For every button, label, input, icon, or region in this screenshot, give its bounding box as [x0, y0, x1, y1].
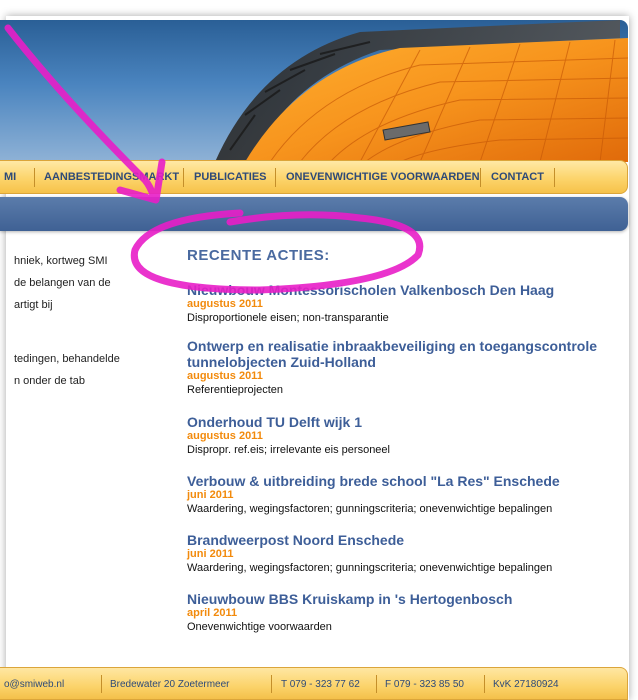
footer-kvk: KvK 27180924 [493, 679, 559, 690]
action-item: Nieuwbouw BBS Kruiskamp in 's Hertogenbo… [187, 591, 632, 634]
footer-bar: o@smiweb.nl Bredewater 20 Zoetermeer T 0… [0, 667, 628, 700]
action-item: Nieuwbouw Montessorischolen Valkenbosch … [187, 282, 632, 325]
intro-line: tedingen, behandelde [14, 353, 120, 365]
footer-fax: F 079 - 323 85 50 [385, 679, 464, 690]
header-banner [0, 20, 628, 162]
nav-separator [275, 168, 276, 187]
intro-line: n onder de tab [14, 375, 85, 387]
footer-separator [484, 675, 485, 693]
sub-bar [0, 197, 628, 231]
action-item: Ontwerp en realisatie inbraakbeveiliging… [187, 338, 632, 397]
action-category: Referentieprojecten [187, 384, 284, 396]
action-date: juni 2011 [187, 489, 234, 501]
intro-line: de belangen van de [14, 277, 111, 289]
building-image [215, 20, 628, 162]
nav-item-contact[interactable]: CONTACT [491, 171, 544, 183]
footer-address: Bredewater 20 Zoetermeer [110, 679, 230, 690]
nav-separator [34, 168, 35, 187]
action-item: Verbouw & uitbreiding brede school "La R… [187, 473, 632, 516]
action-item: Onderhoud TU Delft wijk 1 augustus 2011 … [187, 414, 632, 457]
action-date: april 2011 [187, 607, 238, 619]
page: MI AANBESTEDINGSMARKT PUBLICATIES ONEVEN… [0, 0, 638, 700]
action-title-link[interactable]: Nieuwbouw BBS Kruiskamp in 's Hertogenbo… [187, 591, 632, 607]
action-title-link[interactable]: Brandweerpost Noord Enschede [187, 532, 632, 548]
action-title-link[interactable]: Verbouw & uitbreiding brede school "La R… [187, 473, 632, 489]
action-category: Disproportionele eisen; non-transparanti… [187, 312, 389, 324]
action-category: Waardering, wegingsfactoren; gunningscri… [187, 562, 553, 574]
nav-separator [554, 168, 555, 187]
footer-phone: T 079 - 323 77 62 [281, 679, 360, 690]
action-item: Brandweerpost Noord Enschede juni 2011 W… [187, 532, 632, 575]
intro-line: hniek, kortweg SMI [14, 255, 108, 267]
action-title-link[interactable]: Onderhoud TU Delft wijk 1 [187, 414, 632, 430]
action-title-link[interactable]: Ontwerp en realisatie inbraakbeveiliging… [187, 338, 632, 370]
nav-separator [183, 168, 184, 187]
action-category: Waardering, wegingsfactoren; gunningscri… [187, 503, 553, 515]
footer-separator [376, 675, 377, 693]
recent-actions-heading: RECENTE ACTIES: [187, 247, 330, 264]
footer-email-link[interactable]: o@smiweb.nl [4, 679, 64, 690]
intro-line: artigt bij [14, 299, 53, 311]
action-date: juni 2011 [187, 548, 234, 560]
nav-item-onevenwichtige-voorwaarden[interactable]: ONEVENWICHTIGE VOORWAARDEN [286, 171, 480, 183]
action-category: Onevenwichtige voorwaarden [187, 621, 332, 633]
nav-item-smi[interactable]: MI [4, 171, 16, 183]
action-category: Dispropr. ref.eis; irrelevante eis perso… [187, 444, 390, 456]
nav-item-aanbestedingsmarkt[interactable]: AANBESTEDINGSMARKT [44, 171, 179, 183]
nav-item-publicaties[interactable]: PUBLICATIES [194, 171, 267, 183]
main-nav: MI AANBESTEDINGSMARKT PUBLICATIES ONEVEN… [0, 160, 628, 194]
action-date: augustus 2011 [187, 298, 263, 310]
nav-separator [480, 168, 481, 187]
footer-separator [271, 675, 272, 693]
action-date: augustus 2011 [187, 370, 263, 382]
action-title-link[interactable]: Nieuwbouw Montessorischolen Valkenbosch … [187, 282, 632, 298]
footer-separator [101, 675, 102, 693]
action-date: augustus 2011 [187, 430, 263, 442]
